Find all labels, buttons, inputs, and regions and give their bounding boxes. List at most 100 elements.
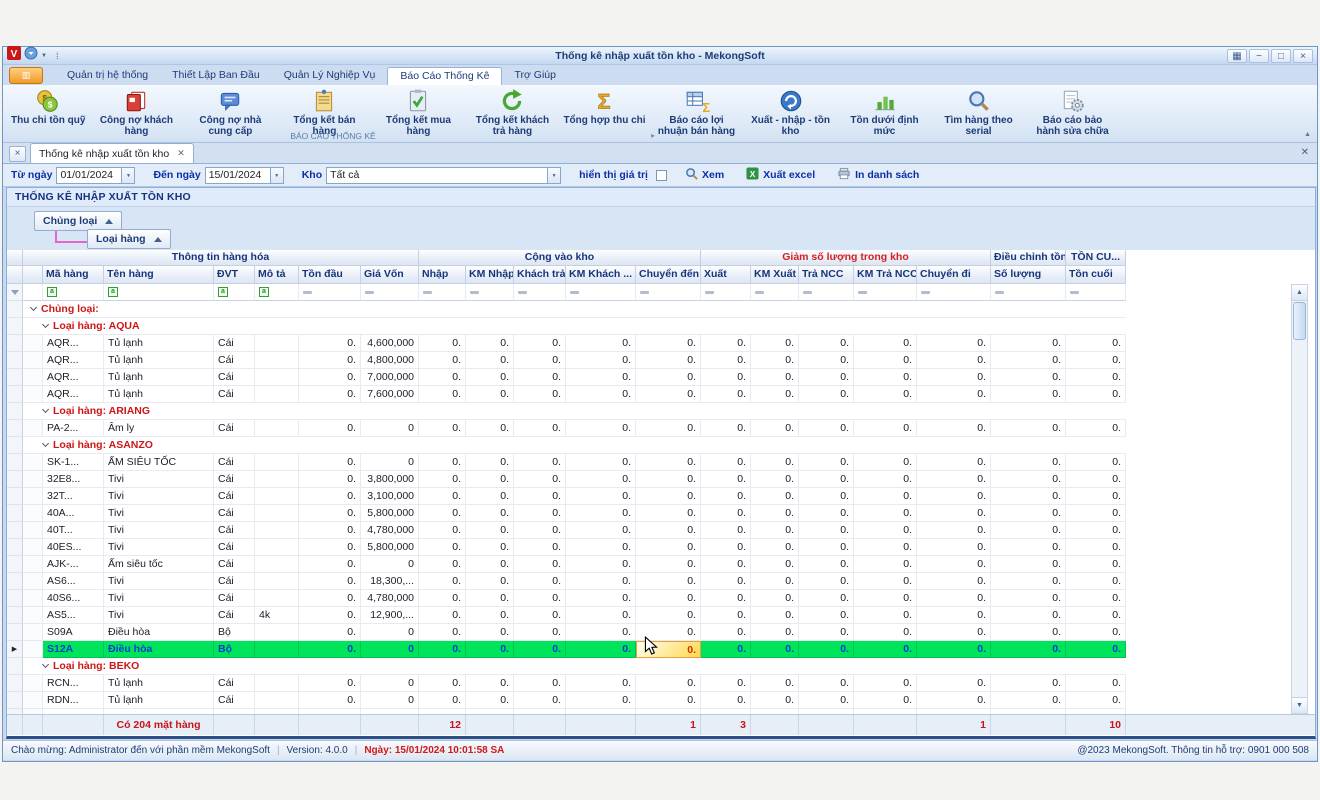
cell-kmxuat[interactable]: 0.: [751, 471, 799, 488]
ribbon-tab[interactable]: Quản Lý Nghiệp Vụ: [272, 67, 388, 85]
chevron-down-icon[interactable]: [42, 406, 49, 413]
cell-nhap[interactable]: 0.: [419, 369, 466, 386]
cell-trancc[interactable]: 0.: [799, 624, 854, 641]
band-header[interactable]: Cộng vào kho: [419, 250, 701, 266]
column-header-tondau[interactable]: Tồn đầu: [299, 266, 361, 284]
cell-dvt[interactable]: Cái: [214, 454, 255, 471]
cell-soluong[interactable]: 0.: [991, 607, 1066, 624]
cell-kmxuat[interactable]: 0.: [751, 352, 799, 369]
cell-toncuoi[interactable]: 0.: [1066, 335, 1126, 352]
cell-kmxuat[interactable]: 0.: [751, 675, 799, 692]
cell-kmxuat[interactable]: 0.: [751, 539, 799, 556]
cell-kmtrancc[interactable]: 0.: [854, 454, 917, 471]
cell-dvt[interactable]: Bộ: [214, 641, 255, 658]
cell-dvt[interactable]: Cái: [214, 539, 255, 556]
cell-tondau[interactable]: 0.: [299, 471, 361, 488]
cell-trancc[interactable]: 0.: [799, 386, 854, 403]
cell-tondau[interactable]: 0.: [299, 369, 361, 386]
cell-soluong[interactable]: 0.: [991, 522, 1066, 539]
cell-kmkhachtra[interactable]: 0.: [566, 386, 636, 403]
cell-kmtrancc[interactable]: 0.: [854, 522, 917, 539]
cell-kmnhap[interactable]: 0.: [466, 505, 514, 522]
cell-khachtra[interactable]: 0.: [514, 386, 566, 403]
cell-nhap[interactable]: 0.: [419, 607, 466, 624]
cell-nhap[interactable]: 0.: [419, 590, 466, 607]
cell-kmkhachtra[interactable]: 0.: [566, 352, 636, 369]
ribbon-button[interactable]: $$Thu chi tồn quỹ: [7, 87, 89, 127]
column-header-trancc[interactable]: Trả NCC: [799, 266, 854, 284]
table-row[interactable]: 40S6...TiviCái0.4,780,0000.0.0.0.0.0.0.0…: [7, 590, 1315, 607]
group-row-cell[interactable]: Loại hàng: ASANZO: [23, 437, 1126, 454]
column-header-giavon[interactable]: Giá Vốn: [361, 266, 419, 284]
cell-ma[interactable]: AQR...: [43, 386, 104, 403]
cell-chuyenden[interactable]: 0.: [636, 352, 701, 369]
cell-kmtrancc[interactable]: 0.: [854, 641, 917, 658]
cell-dvt[interactable]: Cái: [214, 386, 255, 403]
filter-cell-kmxuat[interactable]: [751, 284, 799, 301]
cell-xuat[interactable]: 0.: [701, 607, 751, 624]
cell-soluong[interactable]: 0.: [991, 335, 1066, 352]
cell-khachtra[interactable]: 0.: [514, 420, 566, 437]
table-row[interactable]: ▶S12AĐiều hòaBộ0.00.0.0.0.0.0.0.0.0.0.0.…: [7, 641, 1315, 658]
cell-xuat[interactable]: 0.: [701, 352, 751, 369]
cell-giavon[interactable]: 5,800,000: [361, 505, 419, 522]
cell-toncuoi[interactable]: 0.: [1066, 641, 1126, 658]
column-header-ma[interactable]: Mã hàng: [43, 266, 104, 284]
cell-dvt[interactable]: Cái: [214, 369, 255, 386]
from-date-dropdown-icon[interactable]: ▼: [122, 167, 135, 184]
cell-kmnhap[interactable]: 0.: [466, 624, 514, 641]
cell-chuyendi[interactable]: 0.: [917, 454, 991, 471]
cell-giavon[interactable]: 4,780,000: [361, 522, 419, 539]
cell-ten[interactable]: Tivi: [104, 573, 214, 590]
cell-tondau[interactable]: 0.: [299, 556, 361, 573]
cell-khachtra[interactable]: 0.: [514, 539, 566, 556]
cell-nhap[interactable]: 0.: [419, 556, 466, 573]
cell-tondau[interactable]: 0.: [299, 505, 361, 522]
cell-ten[interactable]: Điều hòa: [104, 624, 214, 641]
cell-kmtrancc[interactable]: 0.: [854, 607, 917, 624]
cell-trancc[interactable]: 0.: [799, 488, 854, 505]
cell-khachtra[interactable]: 0.: [514, 454, 566, 471]
cell-giavon[interactable]: 4,800,000: [361, 352, 419, 369]
cell-xuat[interactable]: 0.: [701, 692, 751, 709]
cell-chuyenden[interactable]: 0.: [636, 369, 701, 386]
filter-cell-kmnhap[interactable]: [466, 284, 514, 301]
filter-cell-chuyendi[interactable]: [917, 284, 991, 301]
cell-chuyendi[interactable]: 0.: [917, 692, 991, 709]
cell-chuyenden[interactable]: 0.: [636, 573, 701, 590]
cell-chuyenden[interactable]: 0.: [636, 607, 701, 624]
cell-trancc[interactable]: 0.: [799, 369, 854, 386]
cell-chuyendi[interactable]: 0.: [917, 386, 991, 403]
table-row[interactable]: S09AĐiều hòaBộ0.00.0.0.0.0.0.0.0.0.0.0.0…: [7, 624, 1315, 641]
cell-nhap[interactable]: 0.: [419, 624, 466, 641]
cell-kmnhap[interactable]: 0.: [466, 539, 514, 556]
cell-dvt[interactable]: Cái: [214, 675, 255, 692]
cell-toncuoi[interactable]: 0.: [1066, 590, 1126, 607]
cell-kmtrancc[interactable]: 0.: [854, 624, 917, 641]
cell-kmtrancc[interactable]: 0.: [854, 505, 917, 522]
cell-mota[interactable]: [255, 624, 299, 641]
cell-dvt[interactable]: Cái: [214, 522, 255, 539]
cell-kmkhachtra[interactable]: 0.: [566, 369, 636, 386]
application-menu-button[interactable]: ▥: [9, 67, 43, 84]
cell-toncuoi[interactable]: 0.: [1066, 539, 1126, 556]
chevron-down-icon[interactable]: [30, 304, 37, 311]
cell-dvt[interactable]: Cái: [214, 607, 255, 624]
cell-ten[interactable]: Tủ lạnh: [104, 335, 214, 352]
cell-trancc[interactable]: 0.: [799, 352, 854, 369]
cell-khachtra[interactable]: 0.: [514, 488, 566, 505]
cell-ma[interactable]: S12A: [43, 641, 104, 658]
scroll-down-icon[interactable]: ▼: [1292, 697, 1307, 713]
cell-kmnhap[interactable]: 0.: [466, 420, 514, 437]
cell-kmnhap[interactable]: 0.: [466, 590, 514, 607]
cell-nhap[interactable]: 0.: [419, 335, 466, 352]
cell-chuyenden[interactable]: 0.: [636, 386, 701, 403]
filter-cell-ten[interactable]: a: [104, 284, 214, 301]
cell-mota[interactable]: [255, 369, 299, 386]
table-row[interactable]: AS5...TiviCái4k0.12,900,...0.0.0.0.0.0.0…: [7, 607, 1315, 624]
cell-ten[interactable]: Tủ lạnh: [104, 352, 214, 369]
scroll-up-icon[interactable]: ▲: [1292, 285, 1307, 301]
cell-ten[interactable]: Tivi: [104, 590, 214, 607]
table-row[interactable]: 40ES...TiviCái0.5,800,0000.0.0.0.0.0.0.0…: [7, 539, 1315, 556]
group-row[interactable]: Loại hàng: ASANZO: [7, 437, 1315, 454]
